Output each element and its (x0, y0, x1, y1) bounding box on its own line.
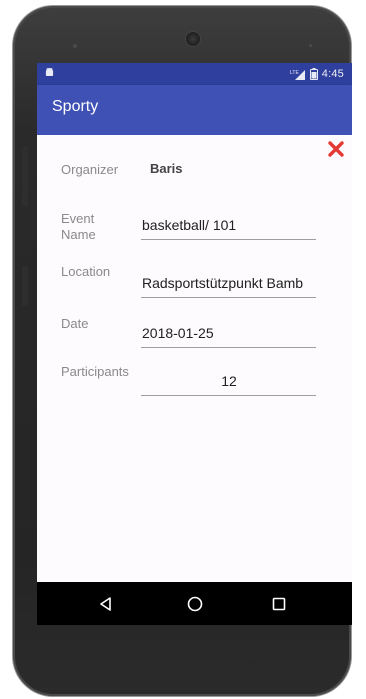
app-title: Sporty (52, 98, 99, 115)
event-name-label: Event Name (61, 211, 96, 242)
recents-square-icon[interactable] (269, 594, 289, 614)
front-camera (186, 32, 200, 46)
status-bar: LTE 4:45 (37, 63, 352, 85)
battery-icon (309, 68, 318, 80)
volume-button (22, 146, 28, 206)
device-screen: LTE 4:45 Sporty Organizer Baris Event Na… (37, 63, 352, 625)
participants-label: Participants (61, 364, 129, 379)
location-input[interactable] (141, 271, 316, 298)
status-icons: LTE 4:45 (290, 66, 344, 82)
sensor-dot (309, 44, 312, 47)
status-time: 4:45 (321, 68, 344, 80)
organizer-value: Baris (150, 161, 183, 176)
home-circle-icon[interactable] (185, 594, 205, 614)
signal-icon: LTE (290, 70, 305, 80)
location-label: Location (61, 264, 111, 279)
event-details-form: Organizer Baris Event Name Location Date… (37, 135, 352, 582)
close-icon[interactable] (327, 140, 345, 158)
power-button (22, 266, 28, 306)
organizer-label: Organizer (61, 162, 119, 177)
sensor-dot (73, 44, 77, 48)
navigation-bar (37, 582, 352, 625)
date-label: Date (61, 316, 89, 331)
back-triangle-icon[interactable] (96, 594, 116, 614)
date-input[interactable] (141, 321, 316, 348)
participants-input[interactable] (141, 369, 316, 396)
network-type-label: LTE (290, 70, 299, 76)
event-name-input[interactable] (141, 213, 316, 240)
android-debug-icon (45, 67, 54, 77)
app-bar: Sporty (37, 85, 352, 135)
